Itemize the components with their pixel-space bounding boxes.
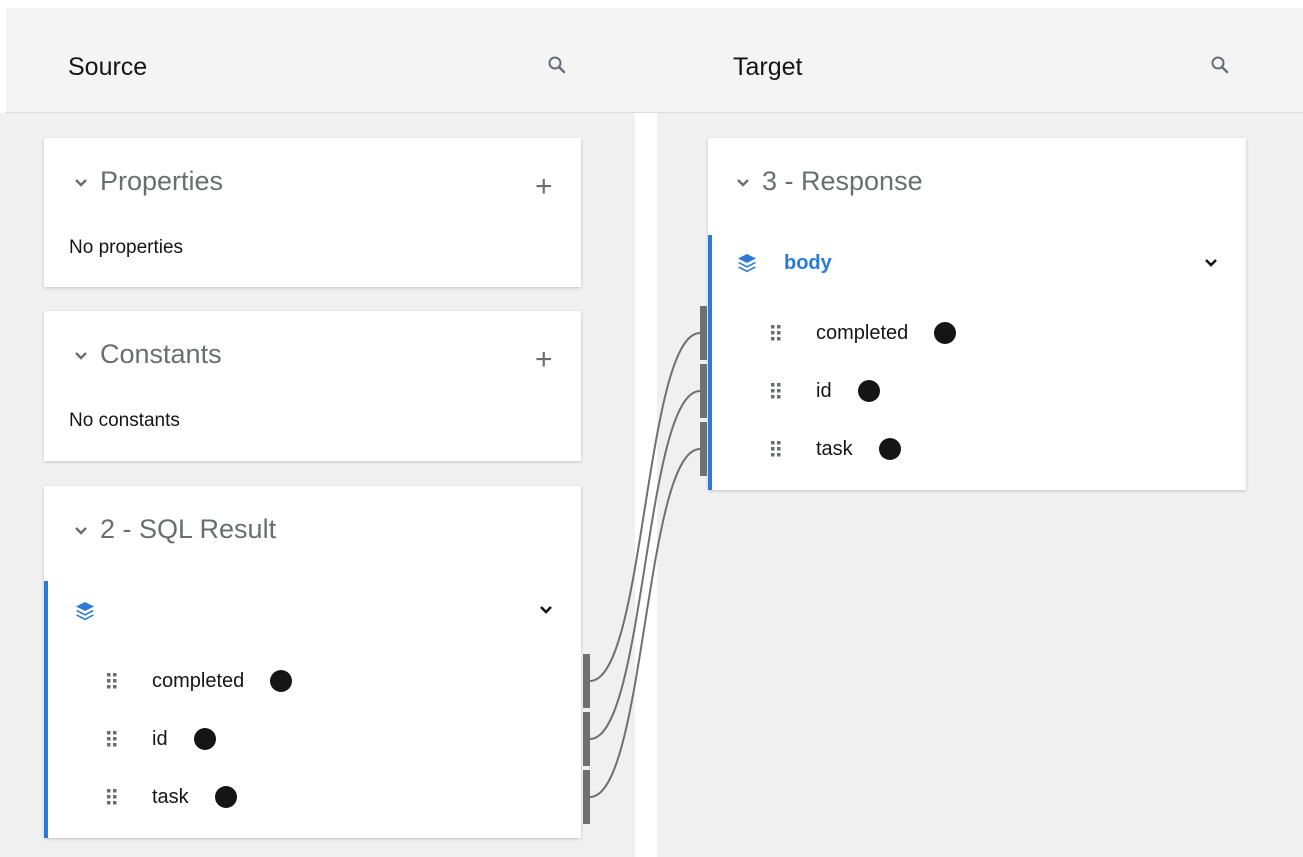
mapped-dot-icon <box>934 322 957 344</box>
mapped-dot-icon <box>214 786 237 808</box>
source-field-task[interactable]: task <box>106 779 237 815</box>
source-field-id[interactable]: id <box>106 721 216 757</box>
plus-icon[interactable]: + <box>535 172 553 202</box>
field-name: id <box>816 379 832 402</box>
source-connector-completed[interactable] <box>583 654 590 708</box>
chevron-down-icon <box>75 527 87 535</box>
sql-result-card: 2 - SQL Result completed id task <box>44 486 581 838</box>
source-field-completed[interactable]: completed <box>106 663 293 699</box>
drag-handle-icon[interactable] <box>106 788 118 806</box>
target-field-task[interactable]: task <box>770 431 901 467</box>
drag-handle-icon[interactable] <box>106 730 118 748</box>
search-icon[interactable] <box>1210 55 1230 75</box>
chevron-down-icon <box>75 179 87 187</box>
field-name: task <box>816 437 853 460</box>
source-connector-task[interactable] <box>583 770 590 824</box>
body-group-label[interactable]: body <box>784 252 832 275</box>
chevron-down-icon[interactable] <box>1204 258 1218 268</box>
field-name: completed <box>152 669 245 692</box>
layers-icon <box>738 254 756 273</box>
group-indicator <box>708 235 712 490</box>
mapped-dot-icon <box>193 728 216 750</box>
constants-header[interactable]: Constants <box>74 339 222 370</box>
header-bar: Source Target <box>6 8 1303 113</box>
constants-empty-text: No constants <box>69 410 180 431</box>
target-connector-completed[interactable] <box>700 306 707 360</box>
properties-header[interactable]: Properties <box>74 166 223 197</box>
target-connector-task[interactable] <box>700 422 707 476</box>
sql-result-header[interactable]: 2 - SQL Result <box>74 514 276 545</box>
drag-handle-icon[interactable] <box>770 324 782 342</box>
plus-icon[interactable]: + <box>535 345 553 375</box>
drag-handle-icon[interactable] <box>770 382 782 400</box>
chevron-down-icon <box>75 352 87 360</box>
target-field-completed[interactable]: completed <box>770 315 957 351</box>
sql-result-title: 2 - SQL Result <box>100 514 277 544</box>
constants-title: Constants <box>100 339 222 369</box>
properties-empty-text: No properties <box>69 237 184 258</box>
source-connector-id[interactable] <box>583 712 590 766</box>
properties-card: Properties + No properties <box>44 138 581 287</box>
constants-card: Constants + No constants <box>44 311 581 461</box>
properties-title: Properties <box>100 166 224 196</box>
mapped-dot-icon <box>270 670 293 692</box>
response-header[interactable]: 3 - Response <box>736 166 923 197</box>
search-icon[interactable] <box>547 55 567 75</box>
chevron-down-icon <box>737 179 749 187</box>
mapped-dot-icon <box>878 438 901 460</box>
response-card: 3 - Response body completed id task <box>708 138 1246 490</box>
drag-handle-icon[interactable] <box>770 440 782 458</box>
group-indicator <box>44 581 48 838</box>
source-title: Source <box>68 53 148 81</box>
target-connector-id[interactable] <box>700 364 707 418</box>
field-name: id <box>152 727 168 750</box>
response-title: 3 - Response <box>762 166 923 196</box>
field-name: completed <box>816 321 909 344</box>
mapped-dot-icon <box>857 380 880 402</box>
target-title: Target <box>733 53 803 81</box>
chevron-down-icon[interactable] <box>539 605 553 615</box>
field-name: task <box>152 785 189 808</box>
drag-handle-icon[interactable] <box>106 672 118 690</box>
target-field-id[interactable]: id <box>770 373 880 409</box>
layers-icon <box>76 602 94 621</box>
